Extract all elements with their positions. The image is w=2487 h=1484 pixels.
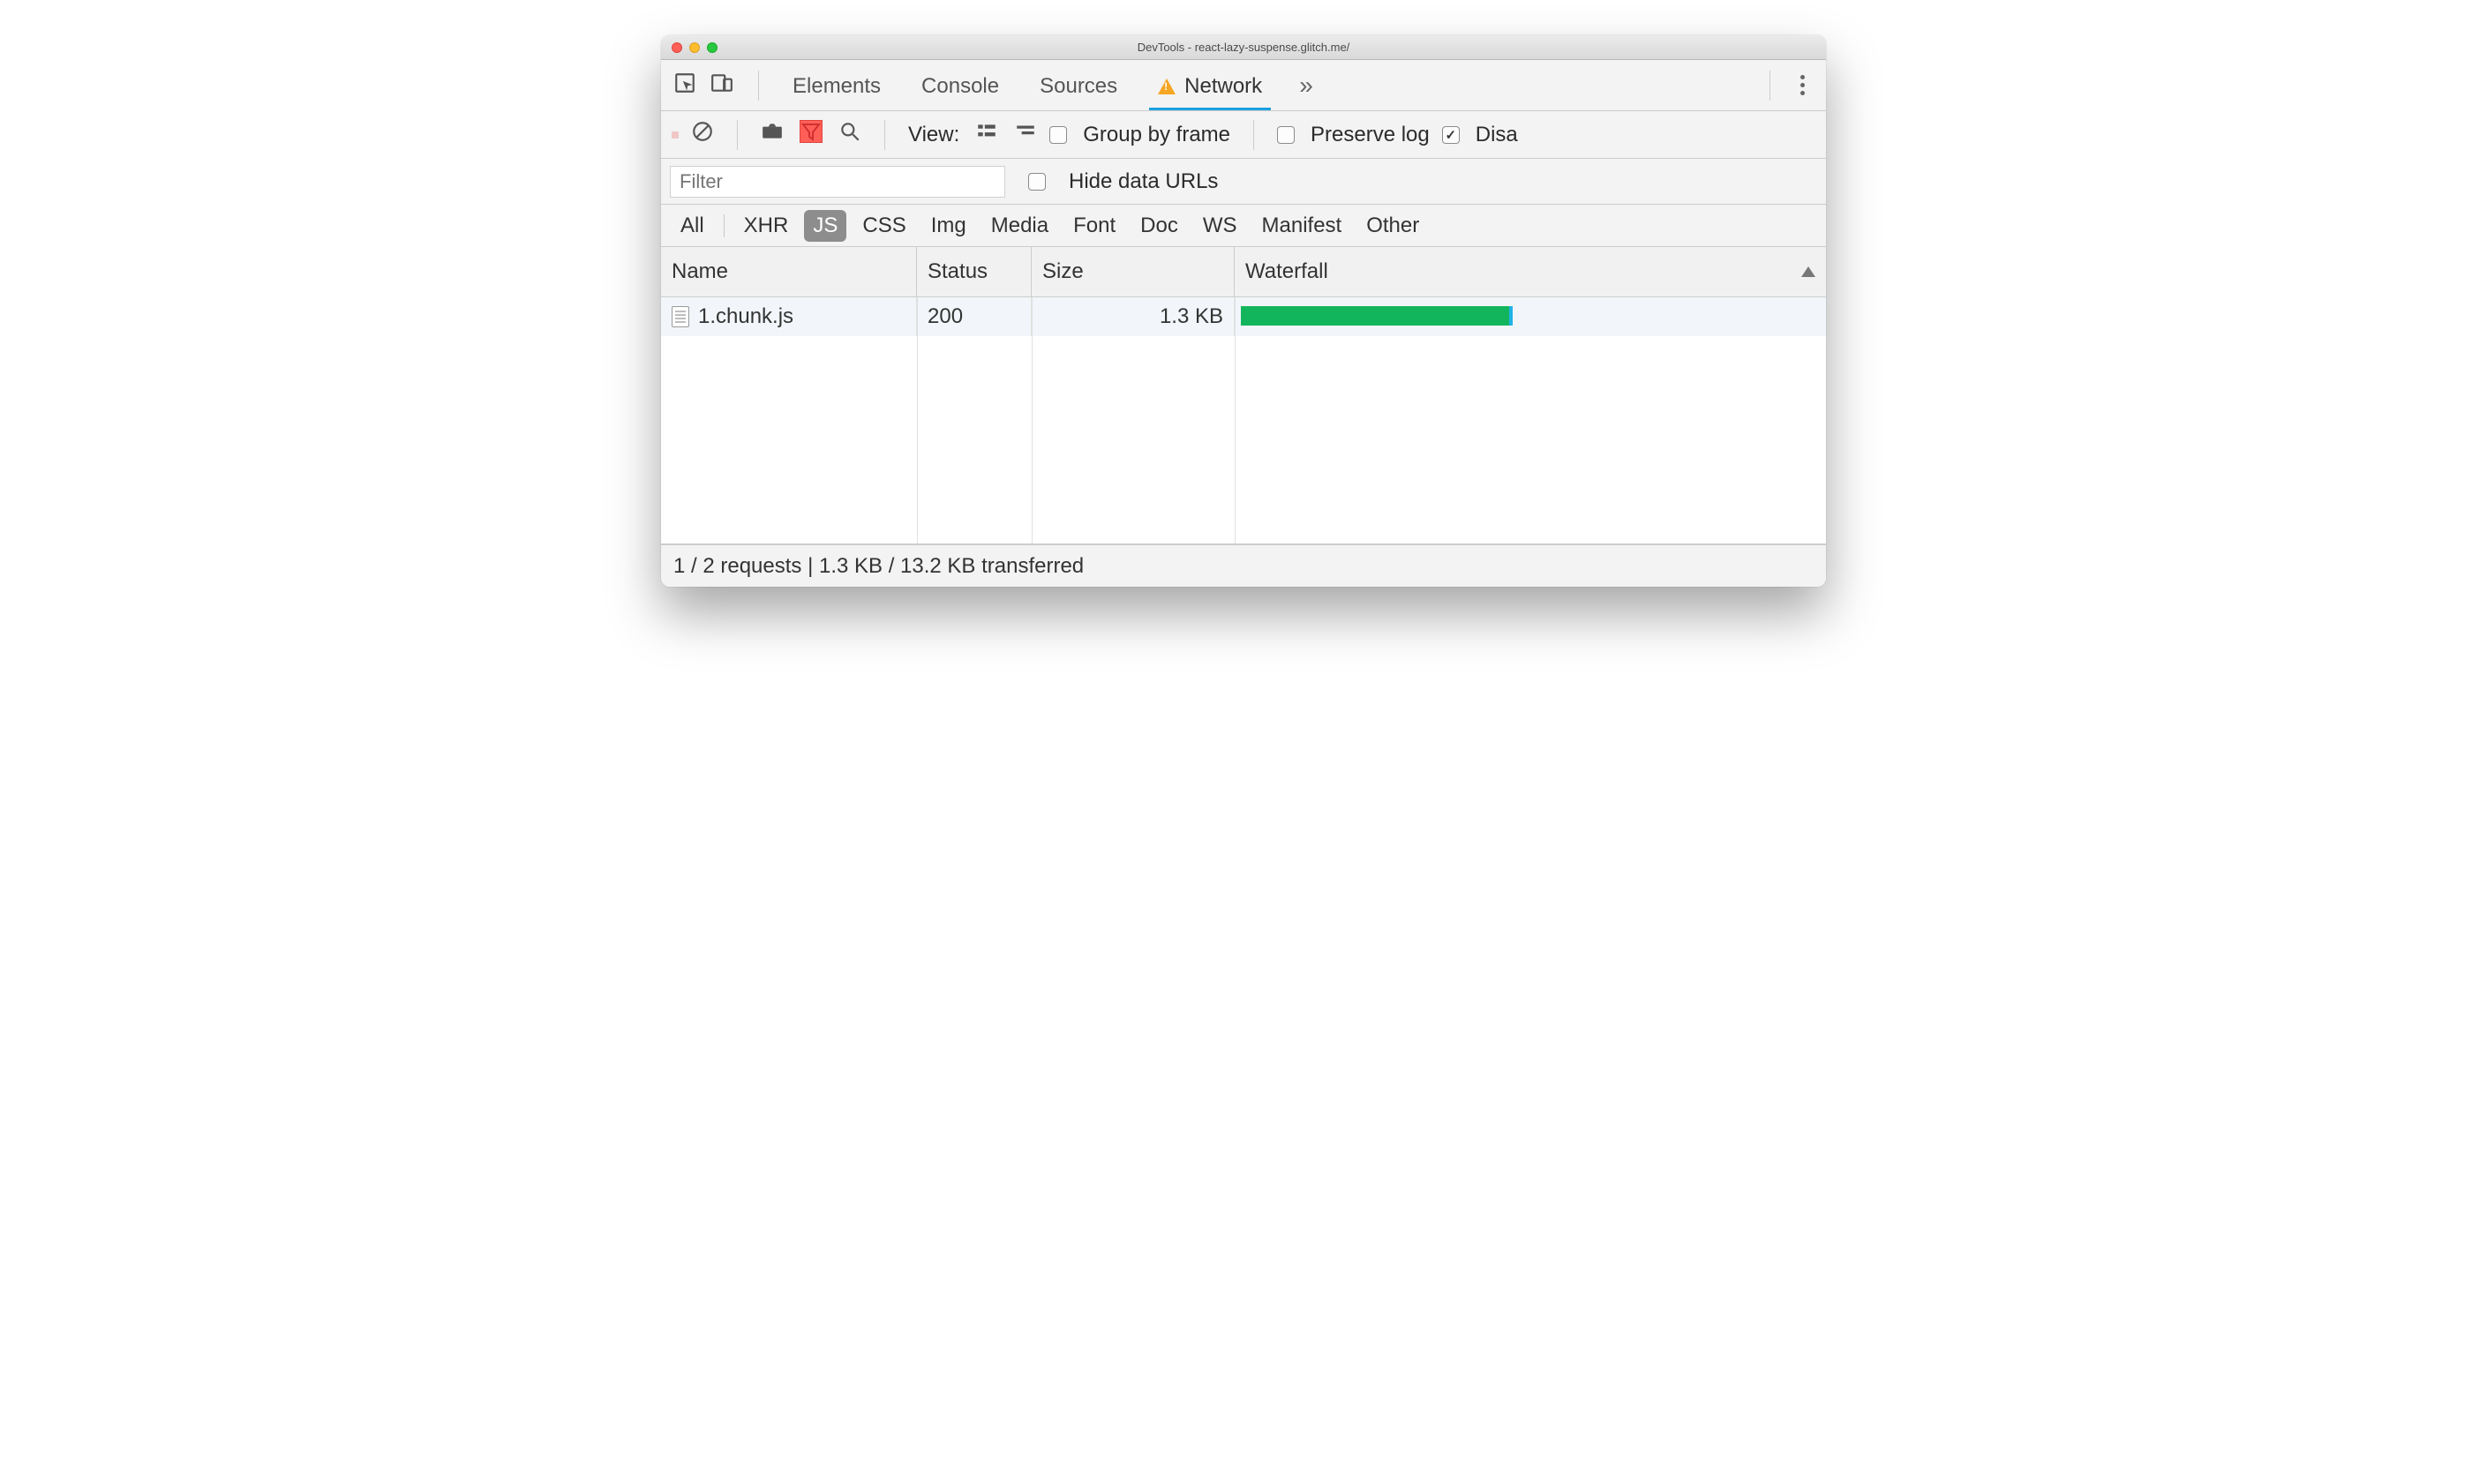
view-label: View: [908,123,959,147]
settings-menu-button[interactable] [1792,70,1814,101]
window-title: DevTools - react-lazy-suspense.glitch.me… [661,41,1826,54]
preserve-log-label: Preserve log [1311,123,1430,147]
preserve-log-checkbox[interactable] [1277,126,1295,144]
inspect-element-icon[interactable] [673,71,696,99]
request-type-filters: All XHR JS CSS Img Media Font Doc WS Man… [661,205,1826,247]
devtools-window: DevTools - react-lazy-suspense.glitch.me… [661,35,1826,587]
hide-data-urls-checkbox[interactable] [1028,173,1046,191]
more-tabs-button[interactable]: » [1285,71,1327,100]
network-toolbar: View: Group by frame Preserve log Disa [661,111,1826,159]
type-ws[interactable]: WS [1194,210,1246,242]
col-waterfall[interactable]: Waterfall [1235,247,1826,296]
separator [1769,71,1770,101]
tab-network[interactable]: Network [1140,62,1280,109]
tab-console[interactable]: Console [904,62,1017,109]
type-doc[interactable]: Doc [1131,210,1187,242]
toggle-device-toolbar-icon[interactable] [710,71,733,99]
filter-toggle-icon[interactable] [800,120,823,149]
cell-waterfall [1235,297,1826,336]
clear-button[interactable] [691,120,714,149]
warning-icon [1158,79,1176,94]
titlebar: DevTools - react-lazy-suspense.glitch.me… [661,35,1826,60]
cell-status: 200 [917,297,1032,336]
separator [758,71,759,101]
filter-input[interactable] [670,166,1005,198]
separator [1253,120,1254,150]
hide-data-urls-label: Hide data URLs [1069,169,1218,194]
group-by-frame-label: Group by frame [1083,123,1230,147]
table-body: 1.chunk.js 200 1.3 KB [661,297,1826,544]
status-text: 1 / 2 requests | 1.3 KB / 13.2 KB transf… [673,554,1084,579]
group-by-frame-checkbox[interactable] [1049,126,1067,144]
type-css[interactable]: CSS [853,210,914,242]
capture-screenshots-icon[interactable] [761,120,784,149]
script-file-icon [672,306,689,327]
separator [724,214,725,237]
type-other[interactable]: Other [1357,210,1428,242]
col-name[interactable]: Name [661,247,917,296]
cell-name: 1.chunk.js [661,297,917,336]
col-size[interactable]: Size [1032,247,1235,296]
tab-label: Network [1184,74,1262,99]
disable-cache-label: Disa [1476,123,1518,147]
type-all[interactable]: All [672,210,713,242]
type-xhr[interactable]: XHR [735,210,798,242]
cell-size: 1.3 KB [1032,297,1235,336]
tab-label: Elements [793,74,881,99]
type-img[interactable]: Img [922,210,975,242]
filter-bar: Hide data URLs [661,159,1826,205]
requests-table: Name Status Size Waterfall 1.chunk.js 20… [661,247,1826,544]
type-font[interactable]: Font [1064,210,1124,242]
separator [884,120,885,150]
sort-ascending-icon [1801,266,1815,277]
waterfall-bar [1241,306,1513,326]
tab-label: Console [921,74,999,99]
type-manifest[interactable]: Manifest [1253,210,1351,242]
tab-label: Sources [1040,74,1117,99]
overview-icon[interactable] [1014,120,1037,149]
tab-elements[interactable]: Elements [775,62,898,109]
search-icon[interactable] [838,120,861,149]
type-media[interactable]: Media [982,210,1057,242]
tab-sources[interactable]: Sources [1022,62,1135,109]
disable-cache-checkbox[interactable] [1442,126,1460,144]
col-status[interactable]: Status [917,247,1032,296]
separator [737,120,738,150]
table-header: Name Status Size Waterfall [661,247,1826,297]
status-bar: 1 / 2 requests | 1.3 KB / 13.2 KB transf… [661,544,1826,587]
type-js[interactable]: JS [804,210,846,242]
large-rows-icon[interactable] [975,120,998,149]
table-row[interactable]: 1.chunk.js 200 1.3 KB [661,297,1826,336]
request-name: 1.chunk.js [698,304,793,329]
panel-tabs: Elements Console Sources Network » [661,60,1826,111]
